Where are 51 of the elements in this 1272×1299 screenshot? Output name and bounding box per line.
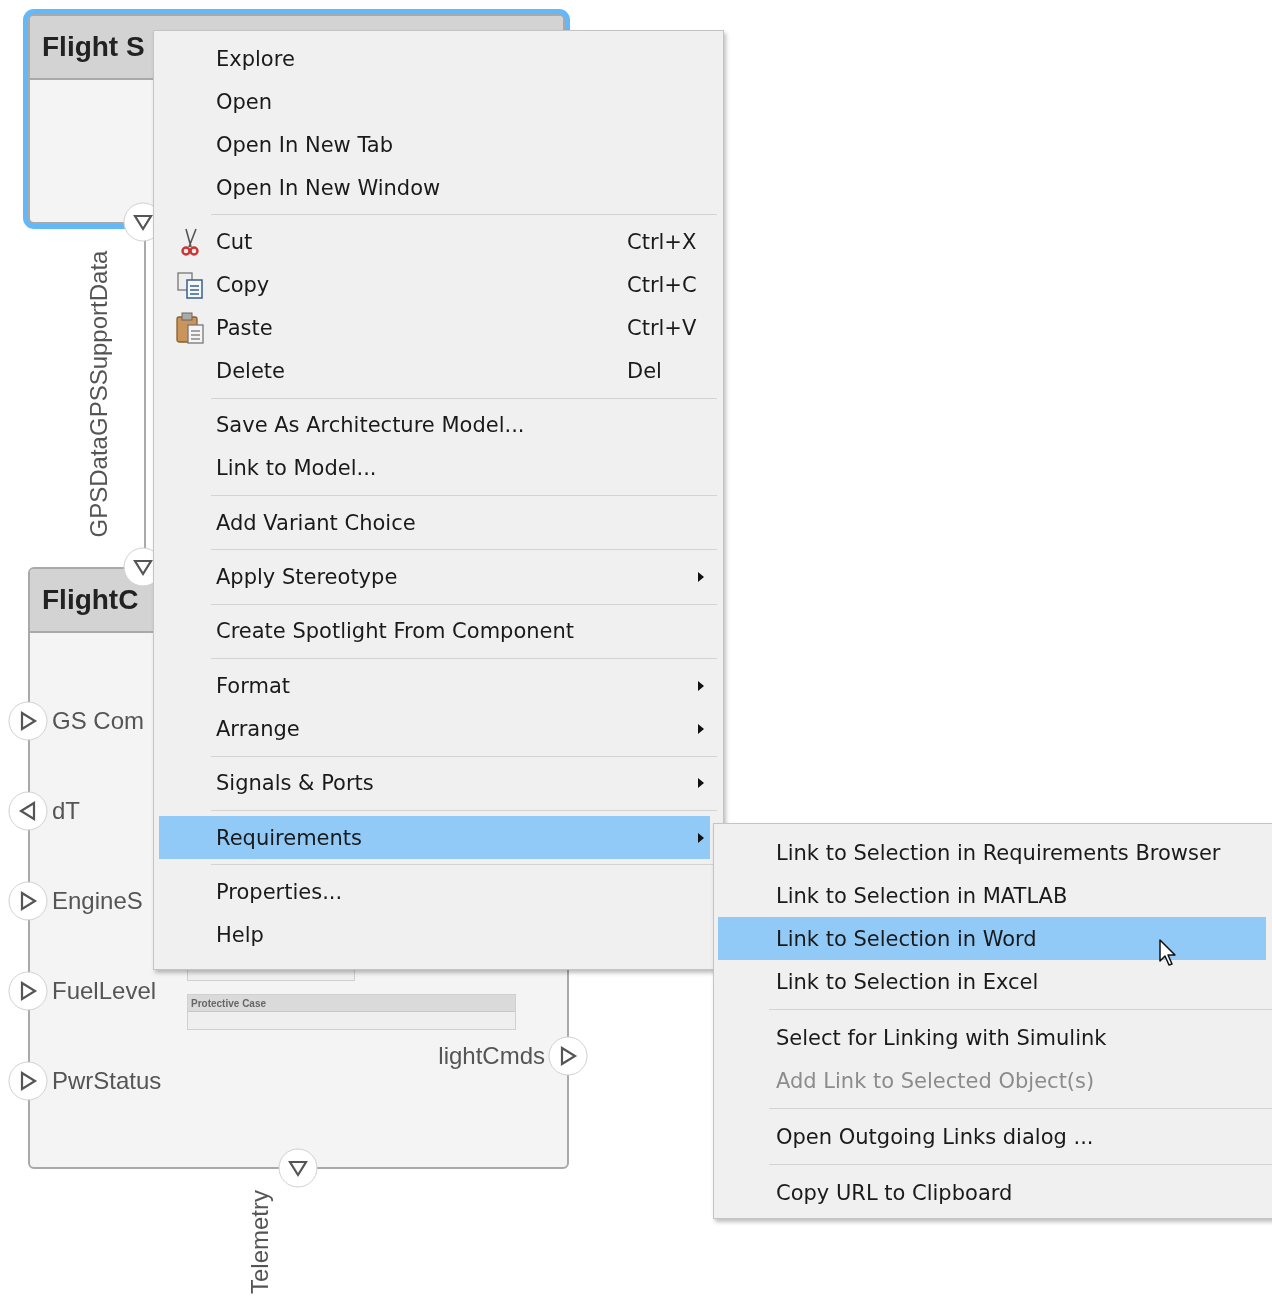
component-title: Flight S <box>42 31 145 63</box>
clipboard-icon <box>174 310 205 345</box>
port-icon[interactable] <box>8 701 48 741</box>
port-label: dT <box>52 796 80 826</box>
port-icon[interactable] <box>548 1036 588 1076</box>
menu-item[interactable]: Format <box>159 664 710 708</box>
menu-item[interactable]: Create Spotlight From Component <box>159 609 710 653</box>
menu-item[interactable]: Link to Selection in Requirements Browser <box>718 831 1266 874</box>
port-label: FuelLevel <box>52 976 157 1006</box>
menu-item[interactable]: Link to Selection in Word <box>718 917 1266 960</box>
port-icon[interactable] <box>8 791 48 831</box>
menu-item[interactable]: Help <box>159 913 710 957</box>
port-label: GS Com <box>52 706 144 736</box>
menu-item[interactable]: Save As Architecture Model... <box>159 403 710 447</box>
menu-item[interactable]: Open Outgoing Links dialog ... <box>718 1115 1266 1158</box>
menu-item[interactable]: Delete Del <box>159 349 710 393</box>
submenu-arrow-icon <box>697 571 705 584</box>
port-label: PwrStatus <box>52 1066 162 1096</box>
menu-item[interactable]: Link to Selection in Excel <box>718 960 1266 1003</box>
menu-item[interactable]: Explore <box>159 37 710 80</box>
menu-item[interactable]: Open <box>159 80 710 123</box>
submenu-arrow-icon <box>697 722 705 735</box>
port-icon[interactable] <box>8 881 48 921</box>
port-label: Telemetry <box>246 1190 274 1294</box>
copy-icon <box>174 269 205 300</box>
port-icon[interactable] <box>278 1148 318 1188</box>
menu-item[interactable]: Arrange <box>159 707 710 751</box>
port-label: lightCmds <box>438 1041 545 1071</box>
menu-item[interactable]: Open In New Window <box>159 166 710 209</box>
menu-item[interactable]: Link to Model... <box>159 446 710 490</box>
submenu-arrow-icon <box>697 831 705 844</box>
connector-label: GPSDataGPSSupportData <box>85 250 114 538</box>
menu-item[interactable]: Link to Selection in MATLAB <box>718 874 1266 917</box>
submenu-arrow-icon <box>697 679 705 692</box>
menu-item[interactable]: Add Variant Choice <box>159 501 710 545</box>
port-label: EngineS <box>52 886 143 916</box>
menu-item[interactable]: Copy Ctrl+C <box>159 263 710 307</box>
menu-item[interactable]: Apply Stereotype <box>159 555 710 599</box>
menu-item[interactable]: Copy URL to Clipboard <box>718 1171 1266 1214</box>
menu-item[interactable]: Cut Ctrl+X <box>159 220 710 264</box>
menu-item[interactable]: Open In New Tab <box>159 123 710 166</box>
menu-item[interactable]: Signals & Ports <box>159 761 710 805</box>
submenu-arrow-icon <box>697 777 705 790</box>
menu-item[interactable]: Properties... <box>159 870 710 914</box>
block-title: Protective Case <box>191 997 267 1009</box>
component-title: FlightC <box>42 584 139 616</box>
port-icon[interactable] <box>8 971 48 1011</box>
menu-item[interactable]: Requirements <box>159 816 710 860</box>
port-icon[interactable] <box>8 1061 48 1101</box>
menu-item[interactable]: Select for Linking with Simulink <box>718 1016 1266 1059</box>
menu-item[interactable]: Paste Ctrl+V <box>159 306 710 350</box>
